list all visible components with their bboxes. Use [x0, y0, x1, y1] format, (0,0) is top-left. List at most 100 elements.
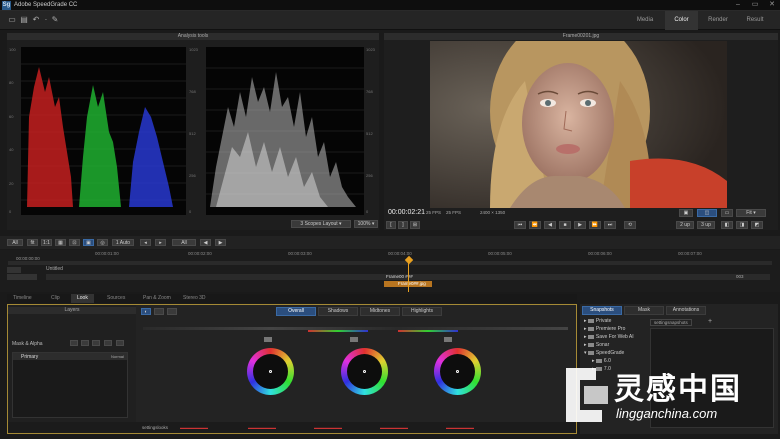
primary-layer-row[interactable]: Primary Normal: [13, 353, 127, 360]
viewer-option-button[interactable]: ▭: [721, 209, 733, 217]
overlay-button[interactable]: ◩: [751, 221, 763, 229]
track-number: 003: [736, 274, 744, 279]
prev-shot-button[interactable]: ◀: [200, 239, 211, 246]
look-slot-5[interactable]: ▬▬▬▬▬▬▬: [446, 425, 474, 430]
split-view-button[interactable]: ◧: [721, 221, 733, 229]
out-point-button[interactable]: ]: [398, 221, 408, 229]
grid-button[interactable]: ▦: [55, 239, 66, 246]
tab-clip[interactable]: Clip: [45, 294, 66, 303]
track-lock-icon[interactable]: [7, 267, 21, 273]
tab-annotations[interactable]: Annotations: [666, 306, 706, 315]
loop-button[interactable]: ⟲: [624, 221, 636, 229]
add-snapshot-icon[interactable]: +: [708, 318, 712, 325]
tab-shadows[interactable]: Shadows: [318, 307, 358, 316]
look-slot-1[interactable]: ▬▬▬▬▬▬▬: [180, 425, 208, 430]
tree-item-private[interactable]: ▸ Private: [584, 318, 611, 324]
go-end-button[interactable]: ⏭: [604, 221, 616, 229]
tab-stereo-3d[interactable]: Stereo 3D: [177, 294, 212, 303]
two-up-button[interactable]: 2 up: [676, 221, 694, 229]
mask-button-3[interactable]: [92, 340, 100, 346]
gain-wheel-handle[interactable]: [456, 370, 459, 373]
stop-button[interactable]: ■: [559, 221, 571, 229]
tree-item-premiere[interactable]: ▸ Premiere Pro: [584, 326, 625, 332]
look-mode-button[interactable]: ◐: [141, 308, 151, 315]
offset-color-wheel[interactable]: [247, 348, 294, 395]
tab-overall[interactable]: Overall: [276, 307, 316, 316]
wheel-reset-3[interactable]: [444, 337, 452, 342]
gain-color-wheel[interactable]: [434, 348, 481, 395]
tree-item-save-for-web[interactable]: ▸ Save For Web AI: [584, 334, 634, 340]
tab-render[interactable]: Render: [700, 11, 736, 30]
look-grading-panel: Layers Mask & Alpha Primary Normal +P +S…: [7, 304, 577, 434]
waveform-scope: [206, 47, 364, 215]
wipe-button[interactable]: ◨: [736, 221, 748, 229]
guides-button[interactable]: ⊡: [69, 239, 80, 246]
tab-midtones[interactable]: Midtones: [360, 307, 400, 316]
mask-button-2[interactable]: [81, 340, 89, 346]
viewer-compare-button[interactable]: ◫: [697, 209, 717, 217]
tab-result[interactable]: Result: [738, 11, 772, 30]
tab-snapshots[interactable]: Snapshots: [582, 306, 622, 315]
tab-sources[interactable]: Sources: [101, 294, 131, 303]
scopes-percent-select[interactable]: 100% ▾: [354, 220, 378, 228]
look-slot-4[interactable]: ▬▬▬▬▬▬▬: [380, 425, 408, 430]
apply-all-button[interactable]: All: [172, 239, 196, 246]
mask-button-1[interactable]: [70, 340, 78, 346]
mark-button[interactable]: ⊞: [410, 221, 420, 229]
step-forward-button[interactable]: ▸: [155, 239, 166, 246]
settings-icon[interactable]: ✎: [50, 15, 60, 25]
folder-icon: [587, 326, 594, 331]
tab-mask[interactable]: Mask: [624, 306, 664, 315]
tab-pan-zoom[interactable]: Pan & Zoom: [137, 294, 177, 303]
mask-button-5[interactable]: [116, 340, 124, 346]
snapshots-field[interactable]: settingsnapshots: [650, 319, 692, 326]
in-point-button[interactable]: [: [386, 221, 396, 229]
maximize-icon[interactable]: ▭: [747, 0, 763, 10]
viewer-fps-2: 25 FPS: [446, 210, 462, 215]
go-start-button[interactable]: ⏮: [514, 221, 526, 229]
close-icon[interactable]: ✕: [764, 0, 780, 10]
scopes-layout-select[interactable]: 3 Scopes Layout ▾: [291, 220, 351, 228]
mask-button-4[interactable]: [104, 340, 112, 346]
track-controls[interactable]: [7, 274, 37, 280]
gamma-wheel-handle[interactable]: [363, 370, 366, 373]
next-frame-button[interactable]: ⏩: [589, 221, 601, 229]
tab-color[interactable]: Color: [665, 11, 698, 30]
zoom-select[interactable]: Fit ▾: [736, 209, 766, 217]
mask-view-button[interactable]: ◎: [97, 239, 108, 246]
tab-timeline[interactable]: Timeline: [7, 294, 38, 303]
one-to-one-button[interactable]: 1:1: [41, 239, 52, 246]
safe-area-button[interactable]: ▣: [83, 239, 94, 246]
viewer-camera-button[interactable]: ▣: [679, 209, 693, 217]
all-button[interactable]: All: [7, 239, 23, 246]
wheel-reset-2[interactable]: [350, 337, 358, 342]
save-icon[interactable]: ▤: [19, 15, 29, 25]
tab-look[interactable]: Look: [71, 294, 94, 303]
offset-wheel-handle[interactable]: [269, 370, 272, 373]
parade-graphic: [21, 63, 186, 207]
prev-frame-button[interactable]: ⏪: [529, 221, 541, 229]
step-back-button[interactable]: ◂: [140, 239, 151, 246]
look-mode-button-2[interactable]: [154, 308, 164, 315]
play-button[interactable]: ▶: [574, 221, 586, 229]
auto-button[interactable]: 1 Auto: [112, 239, 134, 246]
analysis-tools-panel: Analysis tools 100 80 60 40 20 0 1023 76…: [7, 33, 379, 230]
timeline-ruler[interactable]: [8, 261, 772, 265]
look-slot-3[interactable]: ▬▬▬▬▬▬▬: [314, 425, 342, 430]
look-name[interactable]: settingslooks: [142, 425, 168, 430]
gamma-color-wheel[interactable]: [341, 348, 388, 395]
minimize-icon[interactable]: –: [730, 0, 746, 10]
look-slot-2[interactable]: ▬▬▬▬▬▬▬: [248, 425, 276, 430]
undo-icon[interactable]: ↶: [31, 15, 41, 25]
wheel-reset-1[interactable]: [264, 337, 272, 342]
tab-highlights[interactable]: Highlights: [402, 307, 442, 316]
tree-item-speedgrade[interactable]: ▾ SpeedGrade: [584, 350, 624, 356]
look-mode-button-3[interactable]: [167, 308, 177, 315]
folder-open-icon[interactable]: ▭: [7, 15, 17, 25]
fit-button[interactable]: fit: [27, 239, 38, 246]
tab-media[interactable]: Media: [625, 11, 665, 30]
play-reverse-button[interactable]: ◀: [544, 221, 556, 229]
tree-item-sonar[interactable]: ▸ Sonar: [584, 342, 609, 348]
three-up-button[interactable]: 3 up: [697, 221, 715, 229]
next-shot-button[interactable]: ▶: [215, 239, 226, 246]
